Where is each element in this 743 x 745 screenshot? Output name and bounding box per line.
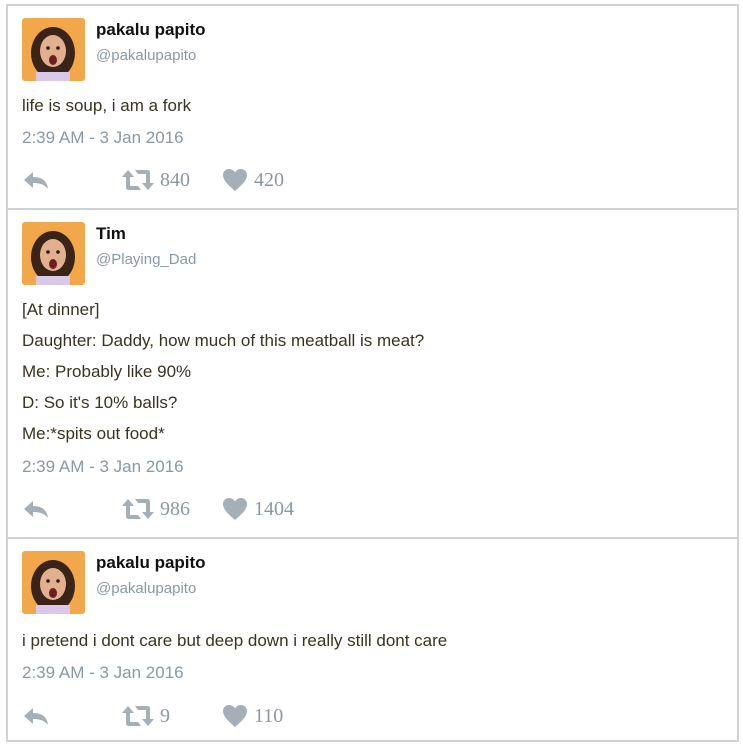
tweet-timestamp[interactable]: 2:39 AM - 3 Jan 2016	[22, 457, 184, 477]
tweet-card-2[interactable]: Tim @Playing_Dad [At dinner] Daughter: D…	[6, 208, 739, 539]
like-count: 1404	[254, 497, 294, 520]
author-handle[interactable]: @Playing_Dad	[96, 251, 196, 268]
tweet-text: life is soup, i am a fork	[22, 96, 192, 115]
avatar[interactable]	[22, 222, 85, 285]
reply-icon	[24, 708, 48, 725]
tweet-text: i pretend i dont care but deep down i re…	[22, 631, 448, 650]
author-name[interactable]: pakalu papito	[96, 553, 206, 573]
retweet-icon	[122, 499, 154, 519]
retweet-button[interactable]: 986	[122, 497, 190, 521]
retweet-button[interactable]: 9	[122, 704, 170, 728]
tweet-text-line: D: So it's 10% balls?	[22, 393, 178, 412]
like-button[interactable]: 110	[222, 704, 283, 728]
tweet-actions: 986 1404	[22, 497, 422, 527]
tweet-timestamp[interactable]: 2:39 AM - 3 Jan 2016	[22, 128, 184, 148]
reply-button[interactable]	[22, 497, 50, 521]
author-name[interactable]: pakalu papito	[96, 20, 206, 40]
author-handle[interactable]: @pakalupapito	[96, 580, 196, 597]
tweet-card-3[interactable]: pakalu papito @pakalupapito i pretend i …	[6, 537, 739, 742]
like-count: 420	[254, 168, 284, 191]
reply-icon	[24, 172, 48, 189]
heart-icon	[223, 498, 247, 520]
tweet-actions: 9 110	[22, 704, 422, 734]
like-count: 110	[254, 704, 284, 727]
tweet-card-1[interactable]: pakalu papito @pakalupapito life is soup…	[6, 4, 739, 210]
heart-icon	[223, 169, 247, 191]
retweet-count: 9	[160, 704, 170, 727]
author-name[interactable]: Tim	[96, 224, 126, 244]
reply-button[interactable]	[22, 704, 50, 728]
tweet-actions: 840 420	[22, 168, 422, 198]
retweet-icon	[122, 706, 154, 726]
retweet-count: 840	[160, 168, 190, 191]
tweet-text-line: Daughter: Daddy, how much of this meatba…	[22, 331, 425, 350]
retweet-button[interactable]: 840	[122, 168, 190, 192]
tweet-text-line: Me:*spits out food*	[22, 424, 165, 443]
avatar[interactable]	[22, 551, 85, 614]
retweet-icon	[122, 170, 154, 190]
author-handle[interactable]: @pakalupapito	[96, 47, 196, 64]
tweet-text-line: Me: Probably like 90%	[22, 362, 192, 381]
like-button[interactable]: 1404	[222, 497, 294, 521]
like-button[interactable]: 420	[222, 168, 284, 192]
tweet-timestamp[interactable]: 2:39 AM - 3 Jan 2016	[22, 663, 184, 683]
reply-button[interactable]	[22, 168, 50, 192]
reply-icon	[24, 501, 48, 518]
tweet-text-line: [At dinner]	[22, 300, 100, 319]
retweet-count: 986	[160, 497, 190, 520]
avatar[interactable]	[22, 18, 85, 81]
heart-icon	[223, 705, 247, 727]
